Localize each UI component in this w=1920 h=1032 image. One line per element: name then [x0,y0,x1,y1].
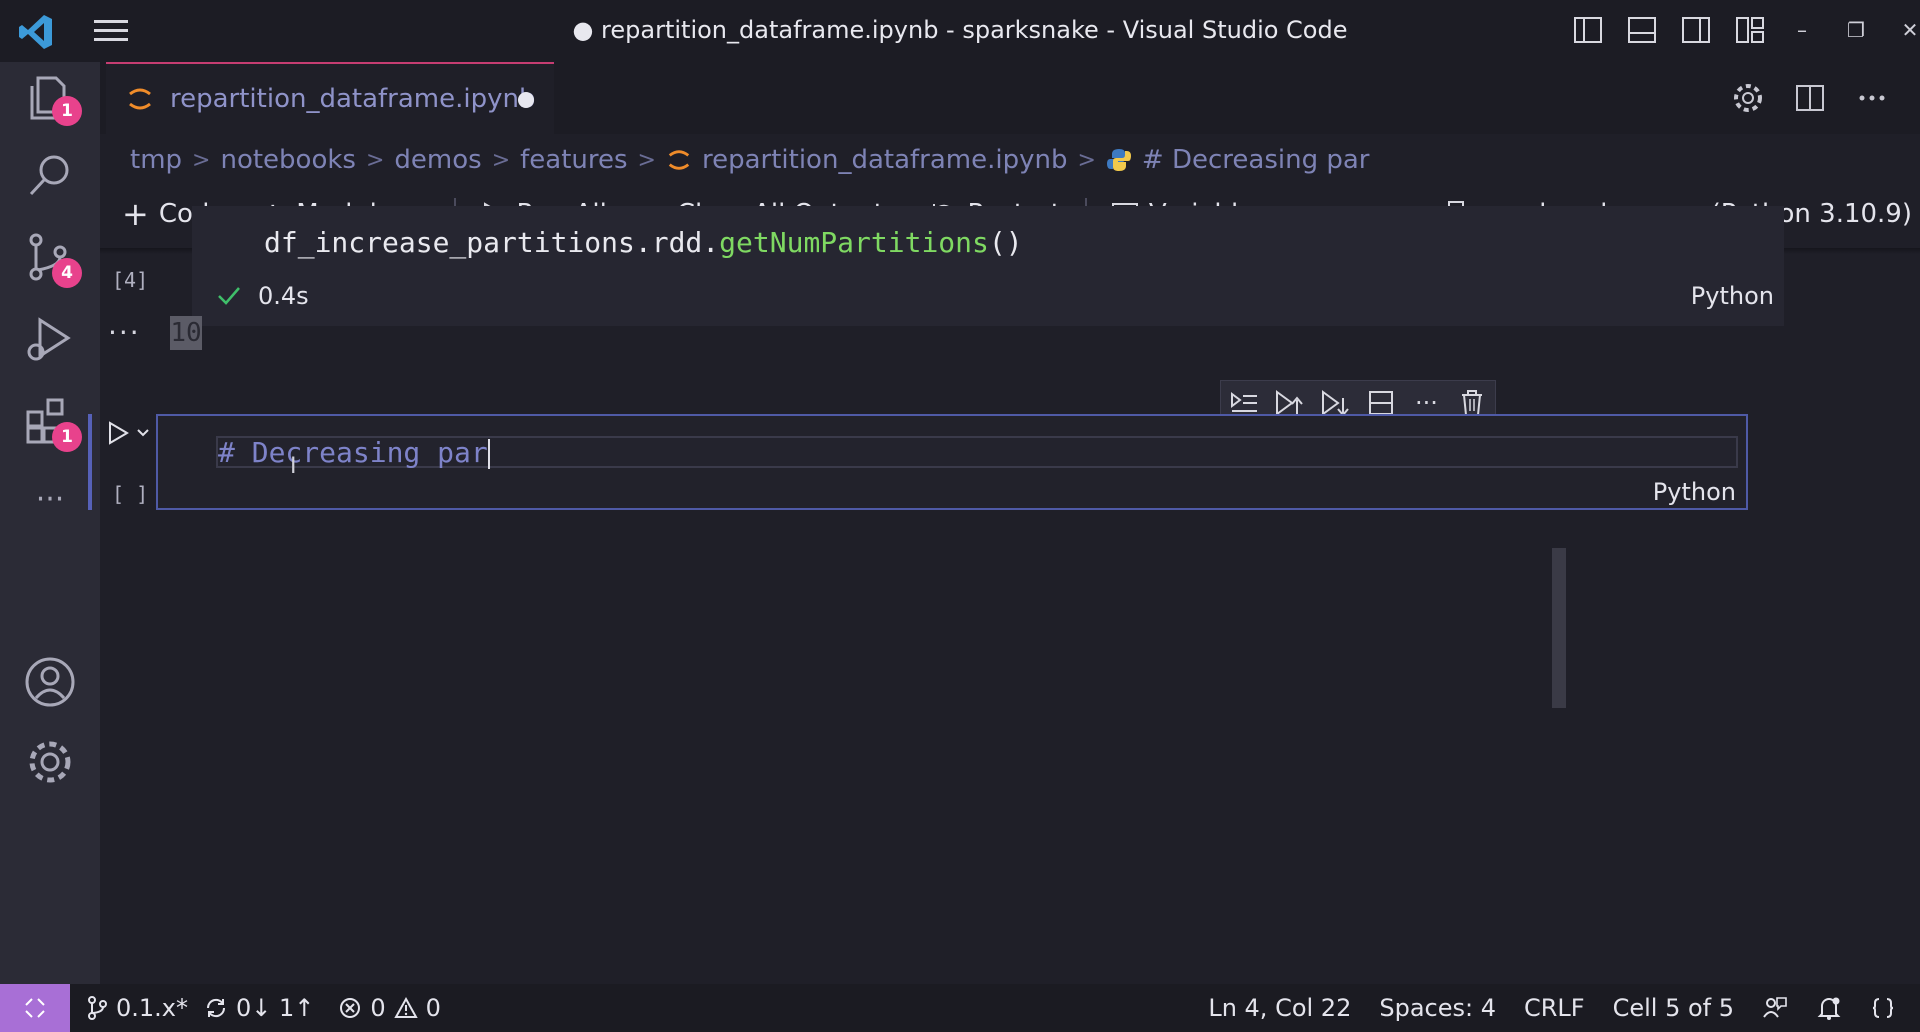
tab-repartition-notebook[interactable]: repartition_dataframe.ipynb [106,62,554,134]
execution-count: [4] [112,268,149,292]
extensions-badge: 1 [52,422,82,452]
check-icon [216,283,242,309]
more-views-icon[interactable]: ··· [22,472,78,528]
chevron-down-icon[interactable] [136,426,150,440]
cell-language[interactable]: Python [1653,478,1736,506]
source-control-icon[interactable]: 4 [22,230,82,288]
breadcrumb-item[interactable]: demos [394,145,481,175]
split-editor-icon[interactable] [1792,80,1828,116]
end-of-line[interactable]: CRLF [1524,994,1585,1022]
git-branch[interactable]: 0.1.x* [86,994,188,1022]
breadcrumb-item[interactable]: notebooks [220,145,356,175]
more-actions-icon[interactable] [1854,80,1890,116]
cursor-position[interactable]: Ln 4, Col 22 [1208,994,1351,1022]
toggle-panel-icon[interactable] [1626,14,1658,46]
code-cell-5[interactable]: # Decreasing par Python [156,414,1748,510]
manage-gear-icon[interactable] [22,734,78,790]
python-icon [1106,147,1132,173]
text-cursor [487,439,490,469]
close-button[interactable]: ✕ [1898,14,1920,46]
cell-language[interactable]: Python [1691,282,1774,310]
breadcrumb: tmp > notebooks > demos > features > rep… [130,145,1370,175]
mouse-ibeam-icon: I [290,454,297,479]
cell-editor[interactable]: # Decreasing par [216,436,1738,469]
git-sync[interactable]: 0↓ 1↑ [204,994,314,1022]
problems[interactable]: 0 0 [338,994,441,1022]
cell-code[interactable]: # Decreasing par [218,436,490,469]
unsaved-dot-icon[interactable] [518,92,534,108]
warning-icon [393,996,418,1020]
status-bar: 0.1.x* 0↓ 1↑ 0 0 Ln 4, Col 22 Spaces: 4 … [0,984,1920,1032]
minimize-button[interactable]: – [1790,14,1814,46]
extensions-icon[interactable]: 1 [22,394,82,452]
customize-layout-icon[interactable] [1734,14,1766,46]
activity-bar: 1 4 1 ··· [0,62,100,984]
run-cell-icon[interactable] [106,420,130,446]
breadcrumb-item[interactable]: # Decreasing par [1142,145,1370,175]
breadcrumb-item[interactable]: tmp [130,145,182,175]
breadcrumb-item[interactable]: features [520,145,627,175]
notifications-bell-icon[interactable] [1816,995,1842,1021]
output-more-icon[interactable]: ··· [108,316,141,349]
indentation[interactable]: Spaces: 4 [1379,994,1496,1022]
vertical-scrollbar[interactable] [1552,548,1566,708]
jupyter-icon [666,147,692,173]
remote-indicator-icon[interactable] [0,984,70,1032]
tab-label: repartition_dataframe.ipynb [170,84,536,114]
search-icon[interactable] [22,148,78,204]
cell-output-value: 10 [170,316,202,350]
execution-duration: 0.4s [258,282,309,310]
copilot-braces-icon[interactable] [1870,995,1896,1021]
git-branch-icon [86,996,108,1020]
editor-area: repartition_dataframe.ipynb tmp > notebo… [88,62,1920,984]
cell-execution-status: 0.4s [216,282,309,310]
source-control-badge: 4 [52,258,82,288]
cell-code[interactable]: df_increase_partitions.rdd.getNumPartiti… [264,226,1023,259]
restore-button[interactable]: ❐ [1844,14,1868,46]
title-bar: ● repartition_dataframe.ipynb - sparksna… [0,0,1920,62]
error-icon [338,996,362,1020]
plus-icon: + [122,195,149,233]
breadcrumb-item[interactable]: repartition_dataframe.ipynb [702,145,1068,175]
jupyter-icon [126,85,154,113]
code-cell-4[interactable]: df_increase_partitions.rdd.getNumPartiti… [192,206,1784,326]
run-debug-icon[interactable] [22,312,78,368]
notebook-settings-gear-icon[interactable] [1730,80,1766,116]
explorer-badge: 1 [52,96,82,126]
accounts-icon[interactable] [22,654,78,710]
sync-icon [204,996,228,1020]
execution-count: [ ] [112,482,149,506]
toggle-secondary-sidebar-icon[interactable] [1680,14,1712,46]
cell-focus-indicator [88,414,92,510]
explorer-icon[interactable]: 1 [22,68,82,126]
tab-bar: repartition_dataframe.ipynb [100,62,1920,134]
feedback-icon[interactable] [1762,995,1788,1021]
cell-position[interactable]: Cell 5 of 5 [1613,994,1734,1022]
toggle-primary-sidebar-icon[interactable] [1572,14,1604,46]
